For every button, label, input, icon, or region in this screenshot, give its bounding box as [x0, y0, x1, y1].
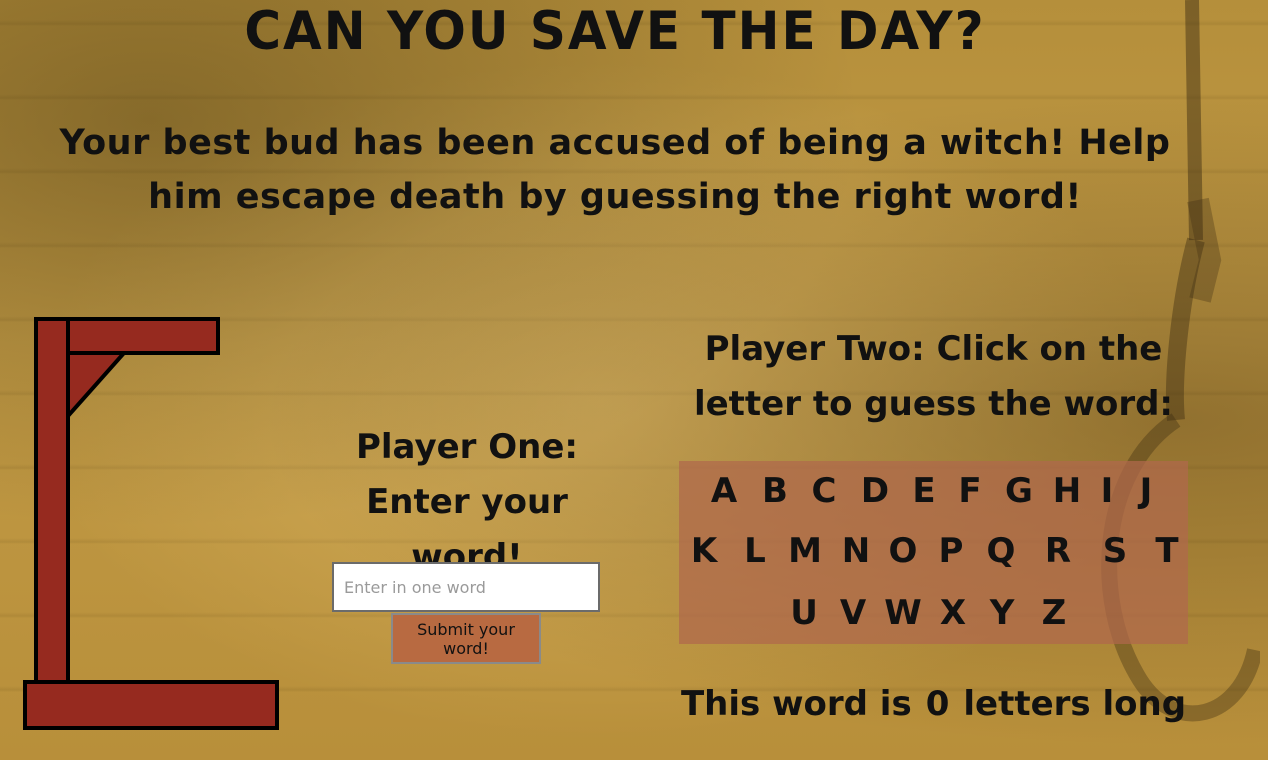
word-length-count: 0: [925, 684, 950, 724]
letter-button-e[interactable]: E: [901, 461, 947, 521]
gallows-icon: [23, 317, 279, 730]
word-length-prefix: This word is: [680, 684, 912, 724]
letter-button-s[interactable]: S: [1092, 521, 1138, 581]
letter-button-d[interactable]: D: [852, 461, 898, 521]
letter-button-b[interactable]: B: [752, 461, 798, 521]
page-title: CAN YOU SAVE THE DAY?: [244, 0, 986, 62]
letters-panel: A B C D E F G H I J K L M N O P Q R S T …: [679, 461, 1188, 644]
letter-button-j[interactable]: J: [1123, 461, 1169, 521]
letter-button-r[interactable]: R: [1035, 521, 1081, 581]
letter-button-c[interactable]: C: [801, 461, 847, 521]
word-length-status: This word is 0 letters long: [676, 676, 1191, 732]
letter-button-a[interactable]: A: [701, 461, 747, 521]
letter-button-t[interactable]: T: [1144, 521, 1190, 581]
letter-button-m[interactable]: M: [782, 521, 828, 581]
letter-button-u[interactable]: U: [781, 583, 827, 643]
player-one-heading: Player One: Enter your word!: [355, 427, 579, 577]
word-length-suffix: letters long: [963, 684, 1187, 724]
letter-button-p[interactable]: P: [928, 521, 974, 581]
word-input[interactable]: [332, 562, 600, 612]
letter-button-y[interactable]: Y: [979, 583, 1025, 643]
letter-button-g[interactable]: G: [996, 461, 1042, 521]
letter-button-k[interactable]: K: [681, 521, 727, 581]
letter-button-w[interactable]: W: [880, 583, 926, 643]
letter-row-3: U V W X Y Z: [679, 583, 1188, 643]
letter-row-2: K L M N O P Q R S T: [679, 521, 1188, 581]
letter-button-f[interactable]: F: [947, 461, 993, 521]
letter-button-z[interactable]: Z: [1031, 583, 1077, 643]
page-subtitle: Your best bud has been accused of being …: [59, 123, 1171, 217]
submit-word-button[interactable]: Submit your word!: [391, 613, 541, 664]
letter-button-n[interactable]: N: [833, 521, 879, 581]
letter-button-o[interactable]: O: [880, 521, 926, 581]
letter-row-1: A B C D E F G H I J: [679, 461, 1188, 521]
player-two-heading: Player Two: Click on the letter to guess…: [693, 329, 1174, 424]
letter-button-v[interactable]: V: [830, 583, 876, 643]
letter-button-x[interactable]: X: [930, 583, 976, 643]
letter-button-l[interactable]: L: [732, 521, 778, 581]
letter-button-q[interactable]: Q: [978, 521, 1024, 581]
